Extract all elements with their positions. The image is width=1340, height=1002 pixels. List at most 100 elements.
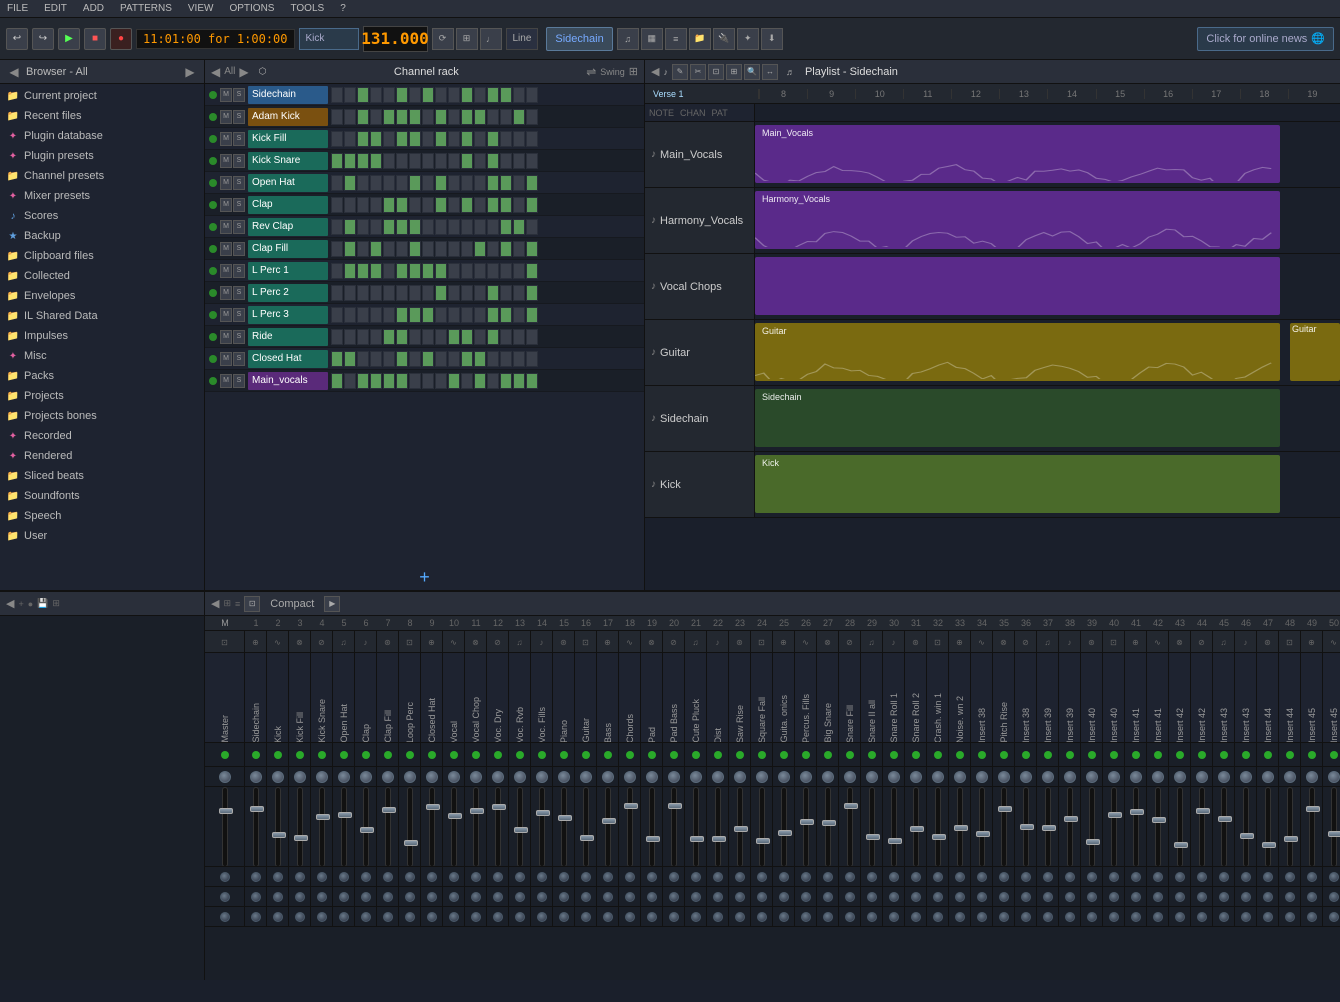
pad[interactable] bbox=[409, 87, 421, 103]
mixer-label-9[interactable]: Closed Hat bbox=[421, 653, 443, 743]
pad[interactable] bbox=[500, 109, 512, 125]
fader-cell-14[interactable] bbox=[531, 787, 553, 867]
mixer-cell-mixer-send-row1-5[interactable] bbox=[333, 867, 355, 887]
pad[interactable] bbox=[500, 131, 512, 147]
pad[interactable] bbox=[435, 175, 447, 191]
mixer-label-4[interactable]: Kick Snare bbox=[311, 653, 333, 743]
send-knob[interactable] bbox=[1109, 892, 1119, 902]
mixer-cell-mixer-send-row3-37[interactable] bbox=[1037, 907, 1059, 927]
send-knob[interactable] bbox=[845, 912, 855, 922]
mixer-cell-mixer-send-row3-0[interactable] bbox=[205, 907, 245, 927]
mixer-cell-mixer-send-row1-24[interactable] bbox=[751, 867, 773, 887]
send-knob[interactable] bbox=[317, 912, 327, 922]
mixer-cell-mixer-knob-row-27[interactable] bbox=[817, 767, 839, 787]
menu-add[interactable]: ADD bbox=[80, 3, 107, 14]
mixer-led[interactable] bbox=[670, 751, 678, 759]
mixer-led[interactable] bbox=[1110, 751, 1118, 759]
channel-led[interactable] bbox=[209, 355, 217, 363]
track-label-2[interactable]: ♪ Vocal Chops bbox=[645, 254, 755, 319]
channel-name[interactable]: Kick Fill bbox=[248, 130, 328, 148]
sidebar-item-plugin-database[interactable]: ✦ Plugin database bbox=[0, 126, 204, 146]
menu-edit[interactable]: EDIT bbox=[41, 3, 70, 14]
mixer-cell-mixer-led-row-50[interactable] bbox=[1323, 743, 1340, 767]
pad[interactable] bbox=[409, 131, 421, 147]
mixer-cell-mixer-knob-row-42[interactable] bbox=[1147, 767, 1169, 787]
piano-roll-icon[interactable]: ♫ bbox=[617, 28, 639, 50]
rack-next-button[interactable]: ▶ bbox=[239, 65, 248, 79]
send-knob[interactable] bbox=[911, 912, 921, 922]
mixer-led[interactable] bbox=[802, 751, 810, 759]
fader-handle[interactable] bbox=[470, 808, 484, 814]
mixer-knob[interactable] bbox=[756, 771, 768, 783]
mixer-cell-mixer-send-row1-28[interactable] bbox=[839, 867, 861, 887]
mixer-led[interactable] bbox=[450, 751, 458, 759]
fader-handle[interactable] bbox=[219, 808, 233, 814]
mixer-cell-mixer-led-row-35[interactable] bbox=[993, 743, 1015, 767]
solo-button[interactable]: S bbox=[233, 176, 245, 190]
mixer-led[interactable] bbox=[1066, 751, 1074, 759]
mixer-led[interactable] bbox=[714, 751, 722, 759]
browser-icon[interactable]: 📁 bbox=[689, 28, 711, 50]
fader-cell-29[interactable] bbox=[861, 787, 883, 867]
mixer-label-0[interactable]: Master bbox=[205, 653, 245, 743]
mixer-cell-mixer-send-row2-36[interactable] bbox=[1015, 887, 1037, 907]
track-content-3[interactable]: Guitar Guitar bbox=[755, 320, 1340, 385]
pad[interactable] bbox=[383, 175, 395, 191]
channel-led[interactable] bbox=[209, 135, 217, 143]
pad[interactable] bbox=[409, 285, 421, 301]
solo-button[interactable]: S bbox=[233, 286, 245, 300]
pad[interactable] bbox=[422, 329, 434, 345]
channel-led[interactable] bbox=[209, 223, 217, 231]
pad[interactable] bbox=[474, 373, 486, 389]
channel-led[interactable] bbox=[209, 91, 217, 99]
pad[interactable] bbox=[526, 219, 538, 235]
fader-handle[interactable] bbox=[316, 814, 330, 820]
mixer-cell-mixer-send-row2-7[interactable] bbox=[377, 887, 399, 907]
mixer-led[interactable] bbox=[912, 751, 920, 759]
pad[interactable] bbox=[448, 153, 460, 169]
pad[interactable] bbox=[474, 351, 486, 367]
pad[interactable] bbox=[526, 131, 538, 147]
pad[interactable] bbox=[331, 307, 343, 323]
mixer-cell-mixer-send-row1-45[interactable] bbox=[1213, 867, 1235, 887]
send-knob[interactable] bbox=[955, 872, 965, 882]
mixer-icon-29[interactable]: ♫ bbox=[861, 631, 883, 653]
mixer-cell-mixer-led-row-33[interactable] bbox=[949, 743, 971, 767]
mixer-label-38[interactable]: Insert 39 bbox=[1059, 653, 1081, 743]
mixer-cell-mixer-knob-row-18[interactable] bbox=[619, 767, 641, 787]
pad[interactable] bbox=[461, 351, 473, 367]
mixer-cell-mixer-send-row3-27[interactable] bbox=[817, 907, 839, 927]
mixer-cell-mixer-send-row1-2[interactable] bbox=[267, 867, 289, 887]
pad[interactable] bbox=[344, 241, 356, 257]
fader-handle[interactable] bbox=[778, 830, 792, 836]
mixer-cell-mixer-send-row2-46[interactable] bbox=[1235, 887, 1257, 907]
fader-handle[interactable] bbox=[910, 826, 924, 832]
fader-handle[interactable] bbox=[866, 834, 880, 840]
mixer-cell-mixer-send-row3-33[interactable] bbox=[949, 907, 971, 927]
pad[interactable] bbox=[474, 241, 486, 257]
mixer-label-46[interactable]: Insert 43 bbox=[1235, 653, 1257, 743]
mixer-cell-mixer-knob-row-21[interactable] bbox=[685, 767, 707, 787]
pad[interactable] bbox=[370, 373, 382, 389]
send-knob[interactable] bbox=[251, 892, 261, 902]
mixer-cell-mixer-send-row2-40[interactable] bbox=[1103, 887, 1125, 907]
bm-save-icon[interactable]: 💾 bbox=[37, 598, 48, 609]
mixer-cell-mixer-send-row1-22[interactable] bbox=[707, 867, 729, 887]
send-knob[interactable] bbox=[1131, 892, 1141, 902]
mixer-cell-mixer-send-row1-47[interactable] bbox=[1257, 867, 1279, 887]
send-knob[interactable] bbox=[1043, 892, 1053, 902]
mixer-cell-mixer-send-row1-30[interactable] bbox=[883, 867, 905, 887]
mixer-icon-35[interactable]: ⊗ bbox=[993, 631, 1015, 653]
mixer-cell-mixer-send-row1-32[interactable] bbox=[927, 867, 949, 887]
fader-cell-38[interactable] bbox=[1059, 787, 1081, 867]
mixer-cell-mixer-send-row1-16[interactable] bbox=[575, 867, 597, 887]
pad[interactable] bbox=[370, 109, 382, 125]
pad[interactable] bbox=[474, 153, 486, 169]
send-knob[interactable] bbox=[999, 892, 1009, 902]
mix-prev[interactable]: ◀ bbox=[211, 597, 219, 610]
fader-handle[interactable] bbox=[294, 835, 308, 841]
mixer-cell-mixer-knob-row-26[interactable] bbox=[795, 767, 817, 787]
mixer-label-8[interactable]: Loop Perc bbox=[399, 653, 421, 743]
send-knob[interactable] bbox=[977, 912, 987, 922]
mixer-icon-9[interactable]: ⊕ bbox=[421, 631, 443, 653]
